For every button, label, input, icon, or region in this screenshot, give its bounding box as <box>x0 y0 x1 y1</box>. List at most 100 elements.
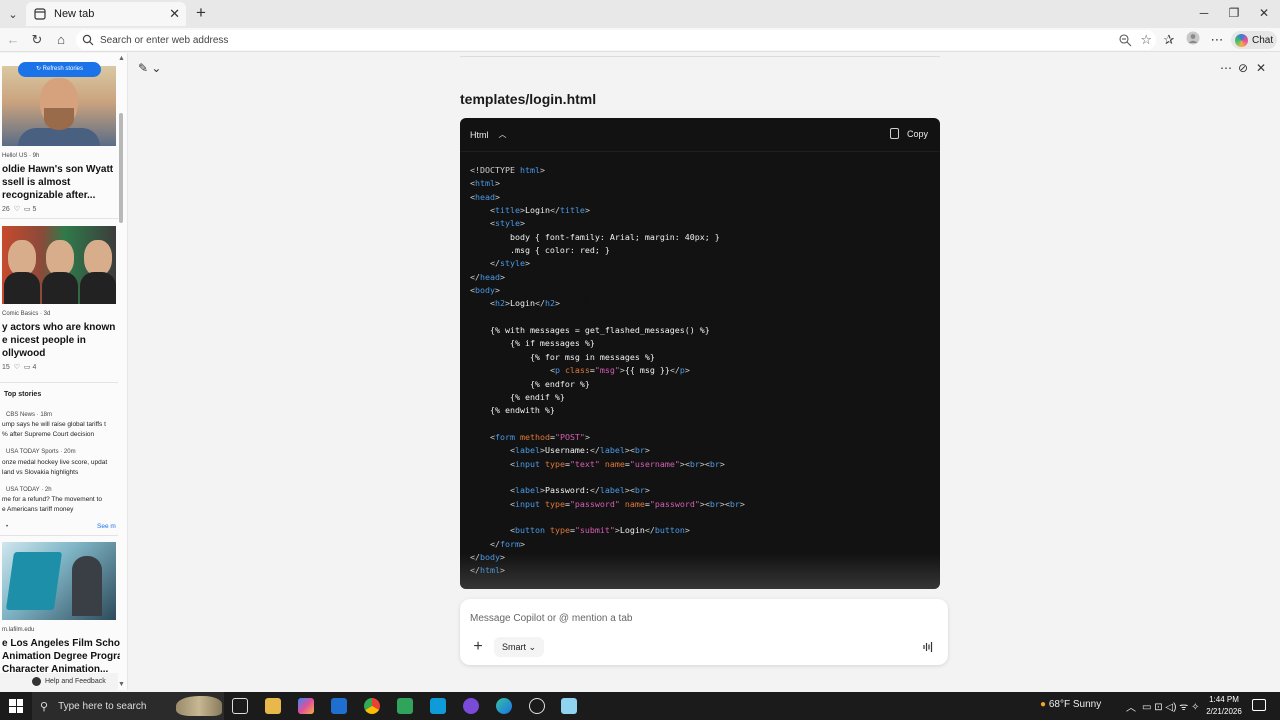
comment-icon: ▭ <box>23 206 31 213</box>
story-headline[interactable]: e Los Angeles Film Schoo Animation Degre… <box>2 637 120 676</box>
code-block: Html ︿ Copy <!DOCTYPE html> <html> <head… <box>460 118 940 589</box>
refresh-stories-button[interactable]: ↻ Refresh stories <box>18 62 101 77</box>
top-story-source: USA TODAY · 2h <box>6 487 52 493</box>
copilot-chat-button[interactable]: Chat <box>1231 31 1277 49</box>
address-bar-row: ← ↻ ⌂ Search or enter web address ☆ ✰ ⋯ … <box>0 28 1280 52</box>
copy-icon <box>889 128 899 139</box>
news-feed-sidebar: ↻ Refresh stories Hello! US · 9h oldie H… <box>0 53 128 690</box>
story-image-3[interactable] <box>2 542 116 620</box>
outlook-icon[interactable] <box>331 698 347 714</box>
app-icon[interactable] <box>463 698 479 714</box>
top-story-source: USA TODAY Sports · 20m <box>6 449 76 455</box>
new-chat-compose-icon[interactable]: ✎ ⌄ <box>138 61 161 75</box>
taskbar-search-placeholder: Type here to search <box>58 700 147 712</box>
tab-new-tab[interactable]: New tab ✕ <box>26 2 186 26</box>
store-icon[interactable] <box>397 698 413 714</box>
windows-taskbar: ⚲ Type here to search ● 68°F Sunny ︿ ▭ ⊡… <box>0 692 1280 720</box>
back-arrow-icon[interactable]: ← <box>4 31 22 49</box>
copy-code-button[interactable]: Copy <box>889 128 928 139</box>
home-icon[interactable]: ⌂ <box>52 31 70 49</box>
system-tray-icons[interactable]: ▭ ⊡ ◁) ᯤ ✧ <box>1142 699 1199 713</box>
app-icon[interactable] <box>430 698 446 714</box>
chrome-icon[interactable] <box>364 698 380 714</box>
tab-title: New tab <box>54 8 95 20</box>
close-pane-icon[interactable]: ✕ <box>1256 61 1266 75</box>
new-tab-button[interactable]: + <box>192 4 210 22</box>
weather-icon: ● <box>1040 699 1047 710</box>
story-source: Comic Basics · 3d <box>2 311 51 317</box>
story-source: Hello! US · 9h <box>2 153 40 159</box>
scroll-up-icon: ▲ <box>118 55 125 62</box>
message-composer[interactable]: Message Copilot or @ mention a tab + Sma… <box>460 599 948 665</box>
top-story-source: CBS News · 18m <box>6 412 53 418</box>
favorites-icon[interactable]: ✰ <box>1160 31 1178 49</box>
close-tab-icon[interactable]: ✕ <box>169 6 180 22</box>
weather-widget[interactable]: ● 68°F Sunny <box>1040 699 1101 710</box>
windows-start-icon[interactable] <box>9 699 23 713</box>
search-icon <box>82 34 94 46</box>
sidebar-scrollbar[interactable]: ▲ ▼ <box>118 53 126 690</box>
app-icon[interactable] <box>529 698 545 714</box>
voice-input-icon[interactable] <box>922 641 934 656</box>
code-language-label: Html <box>470 129 489 140</box>
close-window-icon[interactable]: ✕ <box>1254 4 1274 22</box>
refresh-icon[interactable]: ↻ <box>28 31 46 49</box>
story-headline[interactable]: y actors who are known e nicest people i… <box>2 321 120 360</box>
like-icon: ♡ <box>13 364 20 371</box>
top-stories-heading: Top stories <box>4 391 42 398</box>
story-headline[interactable]: oldie Hawn's son Wyatt ssell is almost r… <box>2 163 120 202</box>
top-story-item[interactable]: me for a refund? The movement to e Ameri… <box>2 495 120 515</box>
divider <box>0 382 118 383</box>
story-reactions[interactable]: 26 ♡ ▭ 5 <box>2 205 36 213</box>
address-input[interactable]: Search or enter web address ☆ <box>76 30 1156 50</box>
story-image-1[interactable] <box>2 66 116 146</box>
story-source: m.lafilm.edu <box>2 627 35 633</box>
minimize-icon[interactable]: ─ <box>1194 4 1214 22</box>
story-image-2[interactable] <box>2 226 116 304</box>
address-placeholder: Search or enter web address <box>100 34 229 46</box>
divider <box>460 56 940 57</box>
edge-icon[interactable] <box>496 698 512 714</box>
copilot-app-icon[interactable] <box>298 698 314 714</box>
tab-actions-chevron-icon[interactable]: ⌄ <box>4 5 22 23</box>
taskbar-search-box[interactable]: ⚲ Type here to search <box>32 692 224 720</box>
restore-icon[interactable]: ❐ <box>1224 4 1244 22</box>
app-icon[interactable] <box>561 698 577 714</box>
scroll-down-icon: ▼ <box>118 681 125 688</box>
search-highlight-image <box>176 696 222 716</box>
file-explorer-icon[interactable] <box>265 698 281 714</box>
top-story-item[interactable]: onze medal hockey live score, updat land… <box>2 458 120 478</box>
top-story-item[interactable]: ump says he will raise global tariffs t … <box>2 420 120 440</box>
copilot-pane: ✎ ⌄ ⋯ ⊘ ✕ templates/login.html Html ︿ Co… <box>128 53 1280 690</box>
more-dot: • <box>6 524 9 530</box>
divider <box>0 218 118 219</box>
comment-icon: ▭ <box>23 364 31 371</box>
more-options-icon[interactable]: ⋯ <box>1220 61 1232 75</box>
help-feedback-button[interactable]: Help and Feedback <box>0 673 118 690</box>
search-icon: ⚲ <box>40 700 49 713</box>
add-favorite-star-icon[interactable]: ☆ <box>1140 32 1152 48</box>
see-more-link[interactable]: See m <box>97 523 116 530</box>
code-fade-overlay <box>460 554 940 589</box>
new-tab-page-icon <box>34 8 46 20</box>
notification-icon[interactable] <box>1252 699 1266 711</box>
taskbar-clock[interactable]: 1:44 PM 2/21/2026 <box>1204 694 1244 718</box>
message-input[interactable]: Message Copilot or @ mention a tab <box>470 613 632 624</box>
profile-avatar-icon[interactable] <box>1184 31 1202 49</box>
help-label: Help and Feedback <box>45 678 106 685</box>
more-options-icon[interactable]: ⋯ <box>1208 31 1226 49</box>
zoom-icon[interactable] <box>1118 33 1132 47</box>
browser-titlebar: ⌄ New tab ✕ + ─ ❐ ✕ <box>0 0 1280 28</box>
help-icon <box>32 677 41 686</box>
mode-selector[interactable]: Smart ⌄ <box>494 637 545 657</box>
code-content[interactable]: <!DOCTYPE html> <html> <head> <title>Log… <box>470 164 745 578</box>
task-view-icon[interactable] <box>232 698 248 714</box>
chat-label: Chat <box>1252 34 1274 46</box>
story-reactions[interactable]: 15 ♡ ▭ 4 <box>2 363 36 371</box>
add-attachment-plus-icon[interactable]: + <box>470 639 486 655</box>
like-icon: ♡ <box>13 206 20 213</box>
unpin-icon[interactable]: ⊘ <box>1238 61 1248 75</box>
tray-chevron-icon[interactable]: ︿ <box>1126 699 1136 714</box>
copilot-logo-icon <box>1235 33 1248 47</box>
collapse-chevron-icon[interactable]: ︿ <box>499 129 507 140</box>
